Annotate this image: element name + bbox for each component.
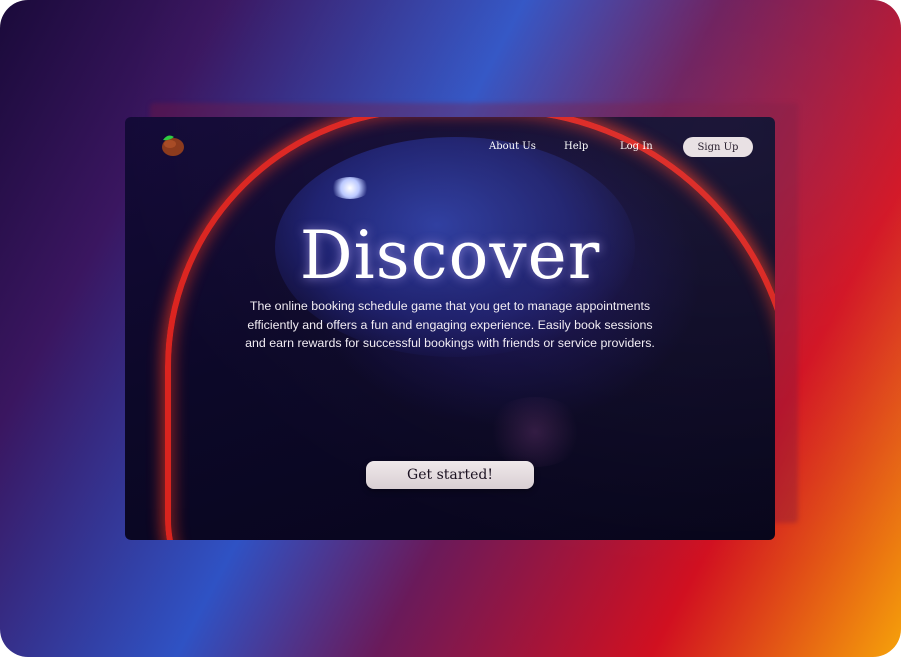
sign-up-button[interactable]: Sign Up: [683, 137, 753, 157]
hero-description: The online booking schedule game that yo…: [245, 299, 655, 350]
nav-help[interactable]: Help: [564, 141, 588, 152]
hero-section: About Us Help Log In Sign Up Discover Th…: [125, 117, 775, 540]
nav-log-in[interactable]: Log In: [620, 141, 653, 152]
get-started-button[interactable]: Get started!: [366, 461, 534, 489]
nav-about-us[interactable]: About Us: [489, 141, 536, 152]
background-frame: About Us Help Log In Sign Up Discover Th…: [0, 0, 901, 657]
fruit-logo-icon[interactable]: [160, 131, 186, 157]
hero-title: Discover: [299, 217, 601, 294]
scorpion-emblem: [485, 397, 585, 467]
